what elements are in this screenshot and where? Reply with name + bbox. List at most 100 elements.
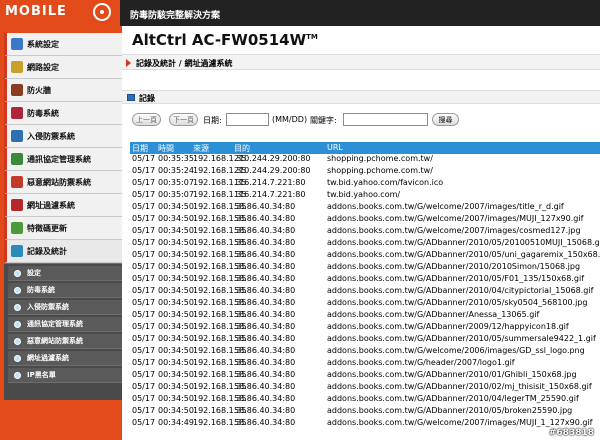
logo-text: MOBILE	[5, 4, 67, 19]
cell-date: 05/17	[132, 166, 156, 175]
cell-destination: 58.86.40.34:80	[234, 214, 296, 223]
col-header-time[interactable]: 時間	[158, 143, 174, 154]
sidebar-item[interactable]: 通訊協定管理系統	[4, 148, 122, 171]
cell-time: 00:34:50	[158, 406, 194, 415]
col-header-url[interactable]: URL	[327, 143, 343, 152]
sidebar-item[interactable]: 記錄及統計	[4, 240, 122, 263]
cell-url: addons.books.com.tw/G/ADbanner/2010/05/b…	[327, 406, 573, 415]
col-header-source[interactable]: 來源	[193, 143, 209, 154]
sidebar-item[interactable]: 特徵碼更新	[4, 217, 122, 240]
cell-time: 00:34:50	[158, 394, 194, 403]
cell-date: 05/17	[132, 358, 156, 367]
table-row[interactable]: 05/17 00:34:50 192.168.1.35 58.86.40.34:80 a…	[130, 382, 600, 393]
cell-url: shopping.pchome.com.tw/	[327, 154, 433, 163]
table-row[interactable]: 05/17 00:34:50 192.168.1.35 58.86.40.34:80 a…	[130, 298, 600, 309]
trademark: TM	[306, 33, 318, 41]
table-header: 日期 時間 來源 目的 URL	[130, 142, 600, 154]
table-row[interactable]: 05/17 00:34:50 192.168.1.35 58.86.40.34:80 a…	[130, 370, 600, 381]
table-row[interactable]: 05/17 00:34:50 192.168.1.35 58.86.40.34:80 a…	[130, 226, 600, 237]
cell-url: addons.books.com.tw/G/welcome/2007/image…	[327, 226, 581, 235]
col-header-date[interactable]: 日期	[132, 143, 148, 154]
tagline: 防毒防駭完整解決方案	[130, 11, 221, 21]
sidebar-item[interactable]: 防毒系統	[4, 102, 122, 125]
submenu-item[interactable]: 防毒系統	[8, 283, 122, 298]
table-row[interactable]: 05/17 00:34:50 192.168.1.35 58.86.40.34:80 a…	[130, 334, 600, 345]
table-row[interactable]: 05/17 00:34:50 192.168.1.35 58.86.40.34:80 a…	[130, 238, 600, 249]
cell-url: addons.books.com.tw/G/ADbanner/2009/12/h…	[327, 322, 569, 331]
cell-destination: 58.86.40.34:80	[234, 274, 296, 283]
submenu-item[interactable]: 網址過濾系統	[8, 351, 122, 366]
submenu-item[interactable]: IP黑名單	[8, 368, 122, 383]
bullet-icon	[14, 371, 21, 379]
cell-destination: 58.86.40.34:80	[234, 406, 296, 415]
table-row[interactable]: 05/17 00:35:07 192.168.1.35 116.214.7.221:8…	[130, 178, 600, 189]
table-row[interactable]: 05/17 00:34:50 192.168.1.35 58.86.40.34:80 a…	[130, 214, 600, 225]
cell-time: 00:34:50	[158, 214, 194, 223]
cell-destination: 58.86.40.34:80	[234, 298, 296, 307]
table-row[interactable]: 05/17 00:34:49 192.168.1.35 58.86.40.34:80 a…	[130, 418, 600, 429]
cell-destination: 58.86.40.34:80	[234, 334, 296, 343]
bullet-icon	[14, 320, 21, 328]
table-row[interactable]: 05/17 00:35:35 192.168.1.35 210.244.29.200:…	[130, 154, 600, 165]
cell-url: addons.books.com.tw/G/ADbanner/2010/05/u…	[327, 250, 600, 259]
keyword-input[interactable]	[343, 113, 428, 126]
cell-date: 05/17	[132, 298, 156, 307]
cell-url: addons.books.com.tw/G/ADbanner/2010/02/m…	[327, 382, 592, 391]
col-header-destination[interactable]: 目的	[234, 143, 250, 154]
cell-destination: 58.86.40.34:80	[234, 370, 296, 379]
cell-date: 05/17	[132, 286, 156, 295]
table-row[interactable]: 05/17 00:34:50 192.168.1.35 58.86.40.34:80 a…	[130, 286, 600, 297]
table-row[interactable]: 05/17 00:34:50 192.168.1.35 58.86.40.34:80 a…	[130, 394, 600, 405]
cell-date: 05/17	[132, 190, 156, 199]
panel-header: 記錄	[122, 90, 600, 104]
table-row[interactable]: 05/17 00:34:50 192.168.1.35 58.86.40.34:80 a…	[130, 310, 600, 321]
submenu-item[interactable]: 設定	[8, 266, 122, 281]
cell-date: 05/17	[132, 406, 156, 415]
cell-url: addons.books.com.tw/G/ADbanner/2010/2010…	[327, 262, 581, 271]
sidebar-item[interactable]: 防火牆	[4, 79, 122, 102]
sidebar-item[interactable]: 惡意網站防禦系統	[4, 171, 122, 194]
cell-date: 05/17	[132, 178, 156, 187]
sidebar-item[interactable]: 入侵防禦系統	[4, 125, 122, 148]
sidebar-item[interactable]: 系統設定	[4, 33, 122, 56]
sidebar-item[interactable]: 網路設定	[4, 56, 122, 79]
table-row[interactable]: 05/17 00:35:07 192.168.1.35 116.214.7.221:8…	[130, 190, 600, 201]
search-button[interactable]: 搜尋	[432, 113, 459, 126]
logo-ring-icon	[93, 3, 111, 21]
cell-date: 05/17	[132, 202, 156, 211]
table-row[interactable]: 05/17 00:34:50 192.168.1.35 58.86.40.34:80 a…	[130, 250, 600, 261]
cell-destination: 58.86.40.34:80	[234, 346, 296, 355]
sidebar-item[interactable]: 網址過濾系統	[4, 194, 122, 217]
submenu-item[interactable]: 惡意網站防禦系統	[8, 334, 122, 349]
table-row[interactable]: 05/17 00:34:50 192.168.1.35 58.86.40.34:80 a…	[130, 262, 600, 273]
cell-url: addons.books.com.tw/G/ADbanner/2010/05/2…	[327, 238, 600, 247]
next-page-button[interactable]: 下一頁	[169, 113, 198, 126]
cell-destination: 58.86.40.34:80	[234, 202, 296, 211]
table-row[interactable]: 05/17 00:34:50 192.168.1.35 58.86.40.34:80 a…	[130, 202, 600, 213]
prev-page-button[interactable]: 上一頁	[132, 113, 161, 126]
submenu-item[interactable]: 入侵防禦系統	[8, 300, 122, 315]
submenu-item-label: 入侵防禦系統	[27, 303, 69, 311]
cell-time: 00:34:50	[158, 346, 194, 355]
table-row[interactable]: 05/17 00:34:50 192.168.1.35 58.86.40.34:80 a…	[130, 274, 600, 285]
cell-time: 00:35:35	[158, 154, 194, 163]
table-row[interactable]: 05/17 00:35:24 192.168.1.35 210.244.29.200:…	[130, 166, 600, 177]
brand-logo[interactable]: MOBILE	[0, 0, 120, 26]
cell-time: 00:34:50	[158, 274, 194, 283]
cell-date: 05/17	[132, 370, 156, 379]
cell-time: 00:34:49	[158, 418, 194, 427]
table-row[interactable]: 05/17 00:34:50 192.168.1.35 58.86.40.34:80 a…	[130, 322, 600, 333]
cell-time: 00:34:50	[158, 322, 194, 331]
table-row[interactable]: 05/17 00:34:50 192.168.1.35 58.86.40.34:80 a…	[130, 346, 600, 357]
submenu-item-label: 網址過濾系統	[27, 354, 69, 362]
sidebar-item-icon	[11, 222, 23, 234]
date-input[interactable]	[226, 113, 269, 126]
cell-url: addons.books.com.tw/G/ADbanner/Anessa_13…	[327, 310, 540, 319]
table-row[interactable]: 05/17 00:34:50 192.168.1.35 58.86.40.34:80 a…	[130, 358, 600, 369]
main-content: AltCtrl AC-FW0514WTM 記錄及統計 / 網址過濾系統 記錄 上…	[122, 26, 600, 440]
table-row[interactable]: 05/17 00:34:50 192.168.1.35 58.86.40.34:80 a…	[130, 406, 600, 417]
cell-url: addons.books.com.tw/G/ADbanner/2010/01/G…	[327, 370, 577, 379]
submenu-item[interactable]: 通訊協定管理系統	[8, 317, 122, 332]
breadcrumb-text: 記錄及統計 / 網址過濾系統	[136, 59, 233, 68]
bullet-icon	[14, 303, 21, 311]
